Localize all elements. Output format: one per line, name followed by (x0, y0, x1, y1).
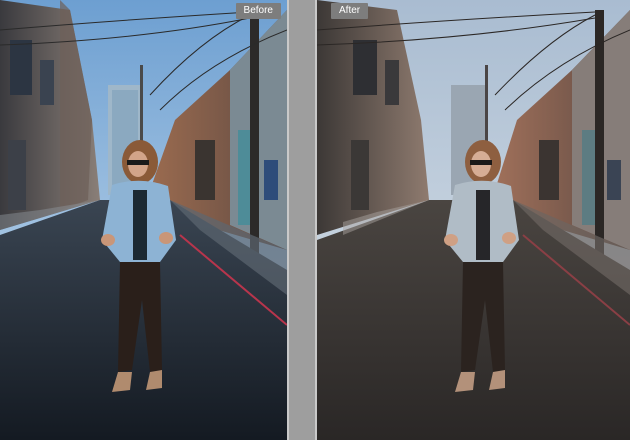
after-photo-panel: After (317, 0, 630, 440)
panel-divider[interactable] (287, 0, 317, 440)
before-after-viewer: Before After (0, 0, 630, 440)
after-label: After (331, 3, 369, 19)
before-photo-panel: Before (0, 0, 287, 440)
before-photo (0, 0, 287, 440)
after-photo (317, 0, 630, 440)
before-label: Before (235, 3, 281, 19)
